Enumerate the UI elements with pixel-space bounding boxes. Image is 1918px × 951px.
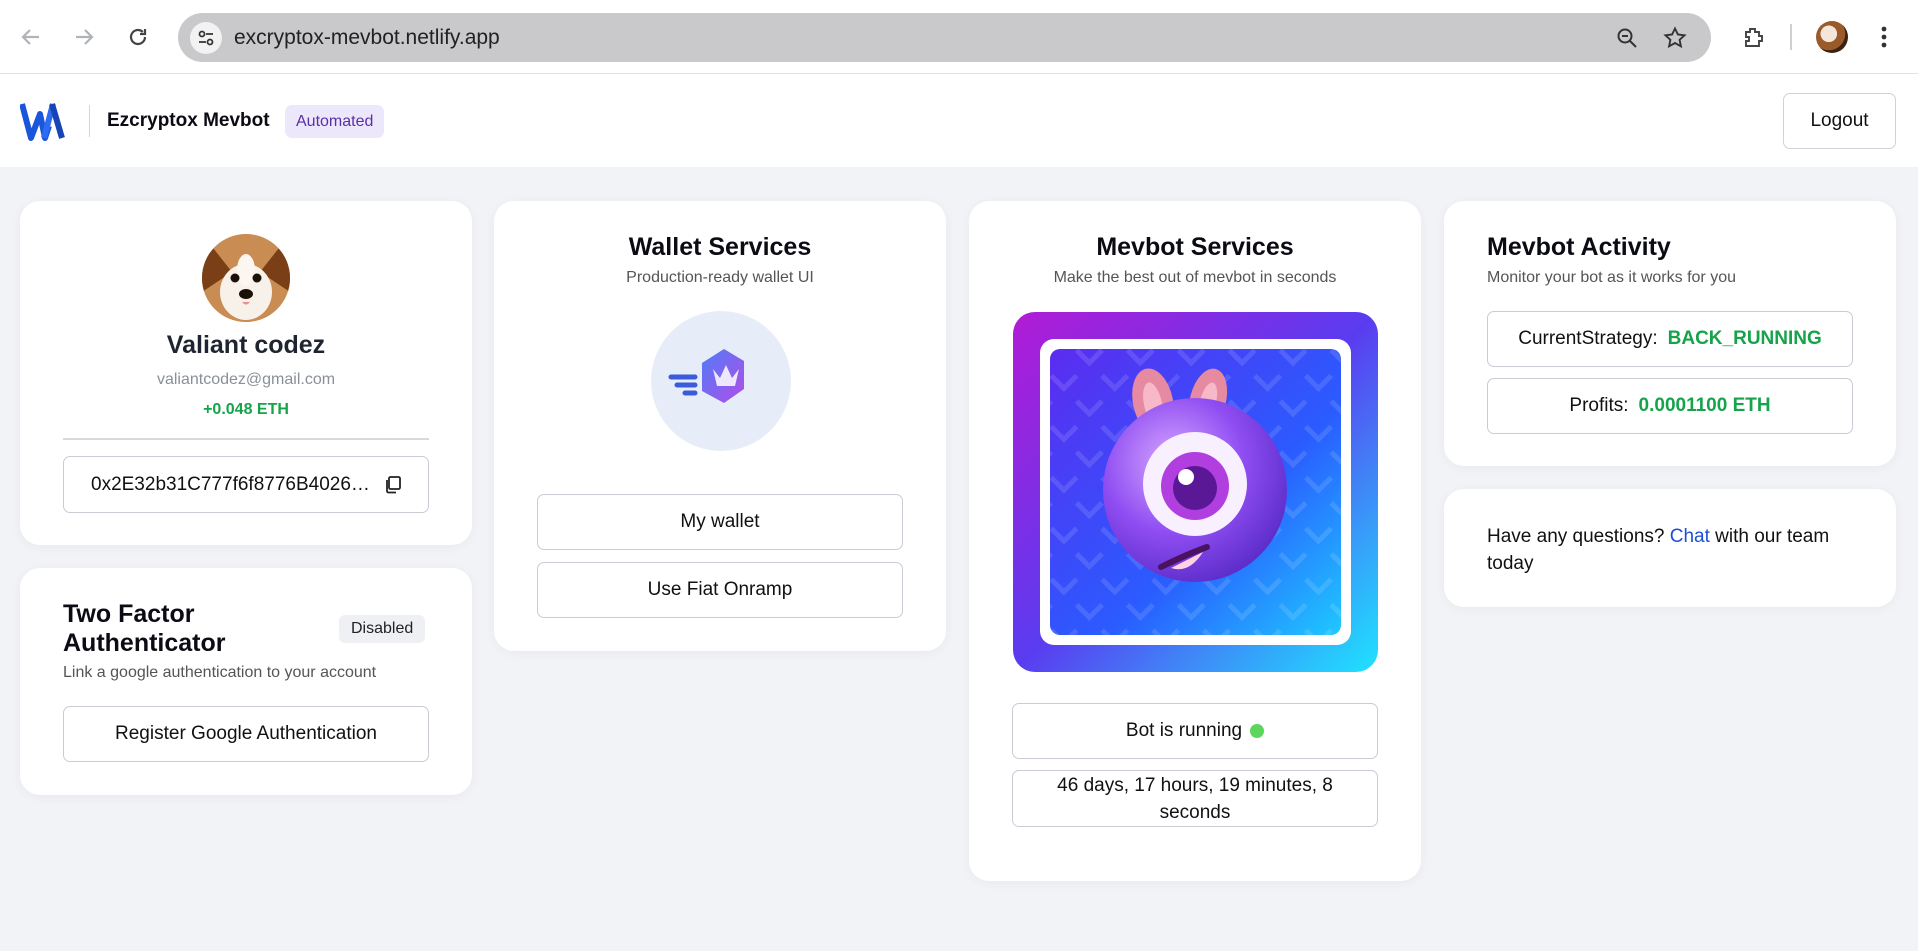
wallet-address-field[interactable]: 0x2E32b31C777f6f8776B4026… [63, 456, 429, 513]
toolbar-divider [1790, 24, 1792, 50]
zoom-icon[interactable] [1614, 25, 1640, 51]
profile-card: Valiant codez valiantcodez@gmail.com +0.… [20, 201, 472, 545]
forward-icon[interactable] [67, 20, 101, 54]
mevbot-activity-title: Mevbot Activity [1487, 233, 1671, 261]
bot-status-text: Bot is running [1125, 720, 1243, 741]
wallet-services-title: Wallet Services [628, 233, 812, 261]
header-divider [89, 105, 90, 137]
profile-divider [63, 438, 429, 440]
browser-toolbar: excryptox-mevbot.netlify.app [0, 0, 1918, 74]
mevbot-activity-card: Mevbot Activity Monitor your bot as it w… [1444, 201, 1896, 466]
profile-name: Valiant codez [166, 331, 326, 359]
status-dot-icon [1250, 724, 1265, 738]
brand-name: Ezcryptox Mevbot [107, 110, 270, 131]
support-card: Have any questions? Chat with our team t… [1444, 489, 1896, 607]
wallet-services-subtitle: Production-ready wallet UI [626, 269, 814, 286]
address-bar[interactable]: excryptox-mevbot.netlify.app [178, 13, 1711, 62]
wallet-address-text: 0x2E32b31C777f6f8776B4026… [91, 473, 370, 495]
wallet-services-card: Wallet Services Production-ready wallet … [494, 201, 946, 651]
wallet-crown-icon [651, 311, 791, 451]
profile-balance: +0.048 ETH [203, 401, 289, 418]
profits-field: Profits: 0.0001100 ETH [1487, 378, 1853, 434]
mevbot-services-title: Mevbot Services [1096, 233, 1294, 261]
current-strategy-value: BACK_RUNNING [1667, 328, 1822, 349]
profits-label: Profits: [1569, 395, 1629, 416]
profile-email: valiantcodez@gmail.com [156, 371, 336, 388]
reload-icon[interactable] [121, 20, 155, 54]
chat-link[interactable]: Chat [1670, 526, 1710, 547]
mevbot-services-card: Mevbot Services Make the best out of mev… [969, 201, 1421, 881]
bot-uptime-field: 46 days, 17 hours, 19 minutes, 8 seconds [1012, 770, 1378, 827]
logout-button[interactable]: Logout [1783, 93, 1896, 149]
avatar [202, 234, 290, 322]
bot-status-field: Bot is running [1012, 703, 1378, 759]
copy-icon[interactable] [384, 475, 402, 501]
fiat-onramp-button[interactable]: Use Fiat Onramp [537, 562, 903, 618]
extensions-icon[interactable] [1737, 20, 1771, 54]
mevbot-mascot-image [1013, 312, 1378, 672]
support-text: Have any questions? Chat with our team t… [1487, 526, 1830, 574]
current-strategy-label: CurrentStrategy: [1518, 328, 1658, 349]
mevbot-activity-subtitle: Monitor your bot as it works for you [1487, 269, 1736, 286]
two-factor-description: Link a google authentication to your acc… [63, 664, 377, 681]
back-icon[interactable] [14, 20, 48, 54]
two-factor-title: Two Factor Authenticator [63, 600, 226, 657]
mevbot-services-subtitle: Make the best out of mevbot in seconds [1053, 269, 1337, 286]
site-settings-icon[interactable] [190, 22, 222, 54]
profile-avatar[interactable] [1815, 20, 1849, 54]
my-wallet-button[interactable]: My wallet [537, 494, 903, 550]
app-header: Ezcryptox Mevbot Automated Logout [0, 74, 1918, 167]
current-strategy-field: CurrentStrategy: BACK_RUNNING [1487, 311, 1853, 367]
url-text[interactable]: excryptox-mevbot.netlify.app [234, 26, 500, 50]
menu-kebab-icon[interactable] [1867, 20, 1901, 54]
bookmark-star-icon[interactable] [1662, 25, 1688, 51]
two-factor-card: Two Factor Authenticator Disabled Link a… [20, 568, 472, 795]
register-google-auth-button[interactable]: Register Google Authentication [63, 706, 429, 762]
automated-badge: Automated [285, 105, 385, 138]
brand-logo-icon[interactable] [19, 101, 70, 141]
two-factor-status-badge: Disabled [339, 615, 426, 643]
profits-value: 0.0001100 ETH [1638, 395, 1771, 416]
